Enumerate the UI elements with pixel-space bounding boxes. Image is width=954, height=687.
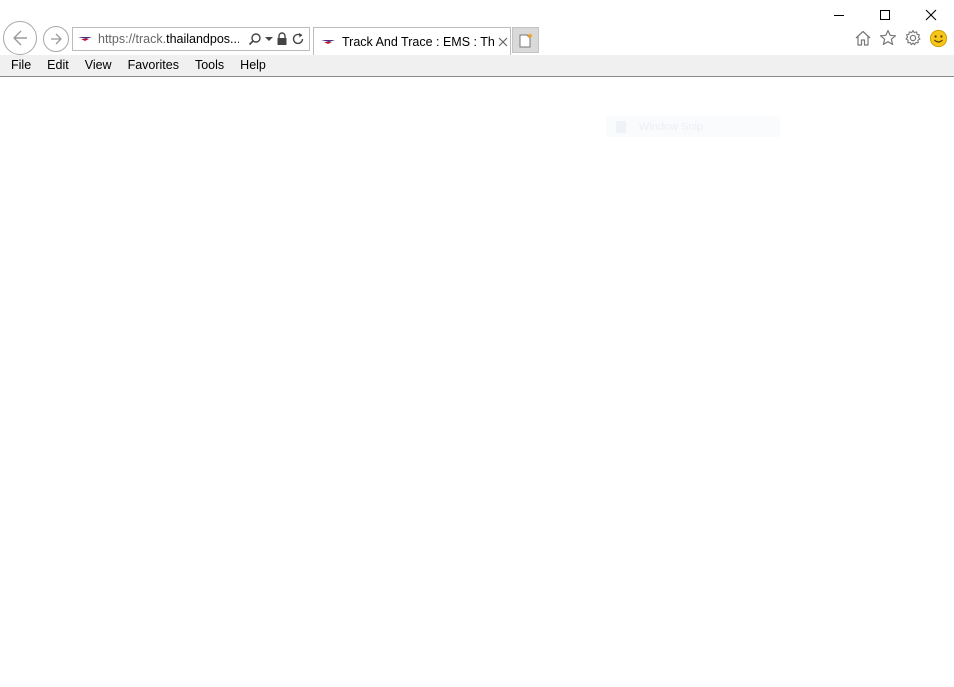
new-tab-button[interactable] (512, 27, 539, 53)
menu-tools[interactable]: Tools (187, 55, 232, 76)
settings-gear-icon[interactable] (903, 28, 923, 48)
menu-edit[interactable]: Edit (39, 55, 77, 76)
snip-icon (616, 120, 626, 133)
maximize-button[interactable] (862, 0, 908, 30)
window-controls (816, 0, 954, 30)
search-icon[interactable] (248, 32, 262, 46)
maximize-icon (880, 10, 890, 20)
browser-window: https://track.thailandpos... Track And T… (0, 0, 954, 687)
menu-bar: File Edit View Favorites Tools Help (0, 55, 954, 77)
forward-button[interactable] (43, 26, 69, 52)
tab-title: Track And Trace : EMS : Thai... (342, 34, 495, 49)
close-icon (925, 9, 937, 21)
url-domain: thailandpos... (166, 32, 239, 46)
minimize-icon (834, 15, 844, 16)
page-content (0, 77, 954, 687)
forward-arrow-icon (51, 33, 62, 45)
window-snip-label: Window Snip (639, 120, 704, 133)
address-bar-icons (248, 32, 305, 46)
window-snip-overlay: Window Snip (606, 116, 780, 137)
refresh-icon[interactable] (291, 32, 305, 46)
home-icon[interactable] (853, 28, 873, 48)
toolbar-icons (853, 28, 948, 48)
menu-help[interactable]: Help (232, 55, 274, 76)
tab-track-and-trace[interactable]: Track And Trace : EMS : Thai... (313, 27, 511, 55)
new-tab-icon (519, 33, 533, 48)
menu-favorites[interactable]: Favorites (120, 55, 187, 76)
favorites-star-icon[interactable] (878, 28, 898, 48)
menu-view[interactable]: View (77, 55, 120, 76)
back-button[interactable] (3, 21, 37, 55)
url-prefix: https://track. (98, 32, 167, 46)
close-window-button[interactable] (908, 0, 954, 30)
menu-file[interactable]: File (0, 55, 39, 76)
minimize-button[interactable] (816, 0, 862, 30)
dropdown-icon[interactable] (265, 35, 273, 43)
tab-favicon-icon (320, 34, 336, 50)
address-url[interactable]: https://track.thailandpos... (98, 32, 239, 46)
lock-icon[interactable] (276, 32, 288, 46)
feedback-smiley-icon[interactable] (928, 28, 948, 48)
back-arrow-icon (13, 30, 27, 46)
close-tab-icon[interactable] (496, 35, 510, 49)
site-favicon-icon (77, 31, 93, 47)
address-bar[interactable]: https://track.thailandpos... (72, 27, 310, 51)
